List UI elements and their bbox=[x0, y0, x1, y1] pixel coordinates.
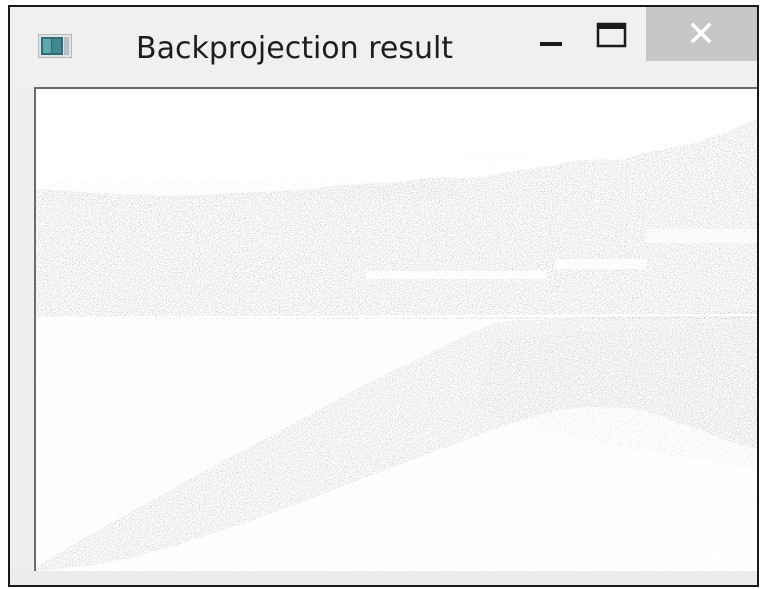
minimize-button[interactable] bbox=[518, 7, 582, 61]
window-title: Backprojection result bbox=[136, 31, 454, 66]
close-button[interactable] bbox=[646, 7, 757, 61]
minimize-icon bbox=[540, 42, 562, 46]
window: Backprojection result bbox=[8, 5, 759, 587]
app-window-icon[interactable] bbox=[37, 33, 73, 59]
backprojection-image bbox=[34, 87, 757, 571]
window-bottom-border bbox=[10, 571, 757, 585]
maximize-button[interactable] bbox=[582, 7, 646, 61]
maximize-icon bbox=[596, 22, 627, 48]
title-bar[interactable]: Backprojection result bbox=[10, 7, 757, 85]
close-icon bbox=[690, 22, 712, 44]
